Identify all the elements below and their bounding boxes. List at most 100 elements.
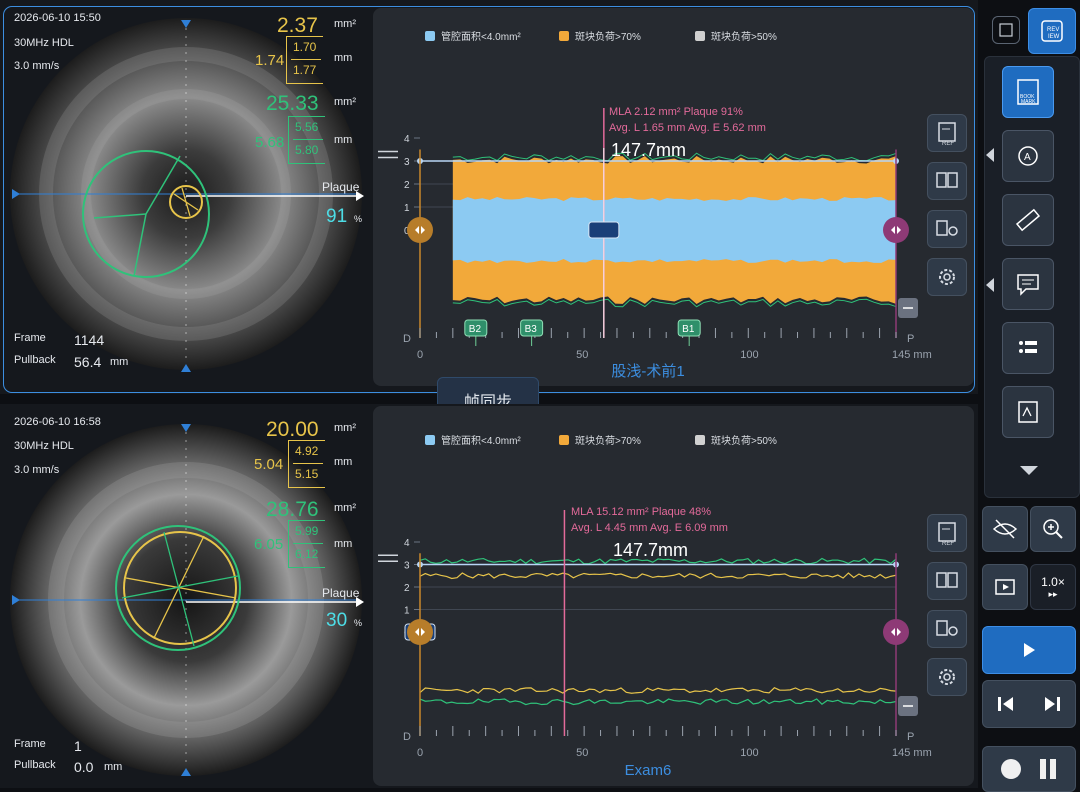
bookmark-pin-icon [936, 220, 958, 236]
ivus-crosssection-top[interactable]: 2026-06-10 15:50 30MHz HDL 3.0 mm/s 2.37… [4, 6, 372, 388]
x-tick-label: 0 [417, 747, 423, 759]
expand-left-icon[interactable] [986, 278, 994, 292]
bookmark-pin-icon [936, 620, 958, 636]
scroll-down-icon[interactable] [1020, 466, 1038, 475]
bookmark-list-button[interactable] [927, 562, 967, 600]
pullback-unit: mm [110, 356, 129, 368]
frame-cursor-handle[interactable] [588, 221, 620, 239]
lumen-diam-min: 1.77 [293, 63, 317, 77]
play-button[interactable] [982, 626, 1076, 674]
probe-label: 30MHz HDL [14, 440, 74, 452]
ref-button[interactable]: REF [927, 114, 967, 152]
range-right-handle[interactable] [883, 619, 909, 645]
pause-icon[interactable] [1037, 757, 1059, 781]
bookmark-location-button[interactable] [927, 210, 967, 248]
record-icon[interactable] [999, 757, 1023, 781]
ruler-icon [1015, 208, 1041, 232]
bookmark-location-button[interactable] [927, 610, 967, 648]
list-view-button[interactable] [1002, 322, 1054, 374]
lumen-diam-mean: 1.74 [255, 52, 285, 69]
list-icon [1019, 341, 1037, 353]
vessel-diam-max: 5.56 [295, 120, 319, 134]
layout-toggle-button[interactable] [992, 16, 1020, 44]
range-left-handle[interactable] [407, 619, 433, 645]
settings-button[interactable] [927, 258, 967, 296]
proximal-label: P [907, 333, 914, 345]
frame-label: Frame [14, 738, 46, 750]
lumen-line-upper [419, 572, 897, 580]
vessel-diam-bracket: 5.99 6.12 [288, 520, 325, 568]
ref-icon: REF [938, 122, 956, 145]
ruler-button[interactable] [1002, 194, 1054, 246]
bookmark-button[interactable]: BOOK MARK [1002, 66, 1054, 118]
step-forward-icon[interactable] [1042, 695, 1062, 713]
frame-value: 1144 [74, 332, 105, 348]
vessel-diam-mean: 5.68 [255, 134, 285, 151]
plaque-unit: % [354, 214, 363, 224]
hide-overlay-button[interactable] [982, 506, 1028, 552]
acquisition-datetime: 2026-06-10 15:50 [14, 12, 101, 24]
playback-speed-button[interactable]: 1.0× ▸▸ [1030, 564, 1076, 610]
exam-name[interactable]: Exam6 [373, 762, 923, 779]
swap-icon[interactable] [378, 554, 398, 562]
lumen-line-lower [419, 687, 897, 694]
lumen-area [452, 197, 896, 263]
bookmark-label: B2 [469, 324, 482, 335]
distal-label: D [403, 333, 411, 345]
x-tick-label: 50 [576, 747, 588, 759]
longitudinal-chart-bottom[interactable]: 43210DP050100145 mm [373, 406, 933, 772]
loop-playback-button[interactable] [982, 564, 1028, 610]
ivus-crosssection-bottom[interactable]: 2026-06-10 16:58 30MHz HDL 3.0 mm/s 20.0… [4, 408, 372, 790]
lumen-diam-bracket: 1.70 1.77 [286, 36, 323, 84]
range-right-handle[interactable] [883, 217, 909, 243]
comment-icon [1017, 274, 1039, 296]
probe-label: 30MHz HDL [14, 37, 74, 49]
fast-forward-icon: ▸▸ [1048, 588, 1058, 599]
zoom-in-button[interactable] [1030, 506, 1076, 552]
step-back-icon[interactable] [996, 695, 1016, 713]
lumen-area-value: 20.00 [266, 418, 319, 441]
mla-summary: MLA 2.12 mm² Plaque 91% [609, 106, 743, 118]
lumen-diam-unit: mm [334, 456, 353, 468]
acquisition-datetime: 2026-06-10 16:58 [14, 416, 101, 428]
bookmark-list-button[interactable] [927, 162, 967, 200]
lumen-diam-max: 1.70 [293, 40, 317, 54]
y-tick-label: 3 [404, 561, 410, 572]
vessel-area-unit: mm² [334, 96, 356, 108]
x-tick-label: 145 mm [892, 747, 932, 759]
pullback-speed: 3.0 mm/s [14, 464, 60, 476]
review-tab[interactable]: REV IEW [1028, 8, 1076, 54]
auto-measure-button[interactable]: A [1002, 130, 1054, 182]
expand-left-icon[interactable] [986, 148, 994, 162]
comment-button[interactable] [1002, 258, 1054, 310]
distal-label: D [403, 731, 411, 743]
auto-measure-icon: A [1018, 146, 1038, 166]
plaque-unit: % [354, 618, 363, 628]
plaque-label: Plaque [322, 586, 360, 600]
swap-icon[interactable] [378, 150, 398, 159]
top-pullback-panel: 2026-06-10 15:50 30MHz HDL 3.0 mm/s 2.37… [0, 0, 978, 394]
svg-text:MARK: MARK [1021, 99, 1036, 105]
plaque-label: Plaque [322, 180, 360, 194]
pullback-value: 0.0 [74, 759, 94, 775]
y-tick-label: 4 [404, 134, 410, 145]
frame-step-buttons [982, 680, 1076, 728]
y-tick-label: 2 [404, 583, 410, 594]
ref-button[interactable]: REF [927, 514, 967, 552]
avg-summary: Avg. L 4.45 mm Avg. E 6.09 mm [571, 522, 728, 534]
plaque-value: 91 [326, 206, 348, 227]
settings-button[interactable] [927, 658, 967, 696]
report-button[interactable] [1002, 386, 1054, 438]
pullback-speed: 3.0 mm/s [14, 60, 60, 72]
bottom-pullback-panel: 2026-06-10 16:58 30MHz HDL 3.0 mm/s 20.0… [0, 404, 978, 788]
range-left-handle[interactable] [407, 217, 433, 243]
lumen-area-unit: mm² [334, 18, 356, 30]
bookmark-list-icon [936, 572, 958, 588]
vessel-diam-unit: mm [334, 538, 353, 550]
gear-icon [939, 669, 955, 685]
longitudinal-chart-top[interactable]: 43210D P0 50 100 145 mmB2 B3 B1 [373, 8, 933, 368]
lumen-diam-min: 5.15 [295, 467, 319, 481]
vessel-diam-unit: mm [334, 134, 353, 146]
lumen-area-unit: mm² [334, 422, 356, 434]
pullback-label: Pullback [14, 759, 56, 771]
